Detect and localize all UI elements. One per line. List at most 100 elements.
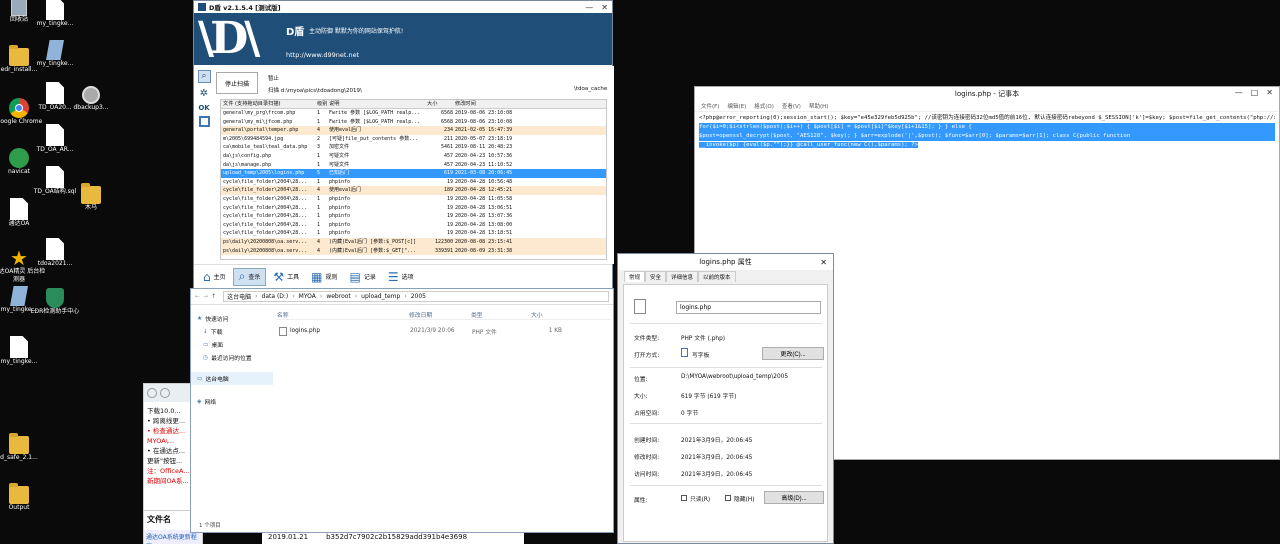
desktop-icon[interactable]: 木马 xyxy=(62,183,120,212)
menu-item[interactable]: 编辑(E) xyxy=(727,102,746,110)
change-button[interactable]: 更改(C)... xyxy=(762,347,824,360)
menu-item[interactable]: 文件(F) xyxy=(701,102,719,110)
forward-icon[interactable]: → xyxy=(203,293,208,300)
table-cell: 2019-08-11 20:48:23 xyxy=(455,144,513,151)
desktop-icon[interactable]: Output xyxy=(0,483,48,512)
window-icon[interactable] xyxy=(198,116,210,127)
desktop-icon[interactable]: my_tingke... xyxy=(0,336,48,366)
toolbar-tab[interactable]: ▦ 规则 xyxy=(306,268,342,286)
table-row[interactable]: cycle\file_folder\2004\28... 1 phpinfo 19 20… xyxy=(221,195,606,204)
table-row[interactable]: m\2005\699484594.jpg 2 [可疑]file_put_conten… xyxy=(221,135,606,144)
file-row-logins[interactable]: logins.php 2021/3/9 20:06 PHP 文件 1 KB xyxy=(277,324,611,338)
desktop-icon[interactable]: my_tingke... xyxy=(26,0,84,28)
table-row[interactable]: cycle\file_folder\2004\28... 1 phpinfo 19 20… xyxy=(221,221,606,230)
properties-tab[interactable]: 常规 xyxy=(624,271,646,282)
table-cell: 1 xyxy=(317,110,321,116)
properties-tab[interactable]: 以前的版本 xyxy=(698,271,736,282)
ok-button[interactable]: OK xyxy=(198,104,209,112)
table-row[interactable]: general\portal\temper.php 4 使用eval后门 234 202… xyxy=(221,126,606,135)
table-row[interactable]: da\js\config.php 1 可疑文件 457 2020-04-23 10:57… xyxy=(221,152,606,161)
table-cell: 2020-04-28 10:56:48 xyxy=(455,178,513,185)
table-cell: Fwrite 参数 [$LOG_PATH realp... xyxy=(329,118,421,125)
table-row[interactable]: cycle\file_folder\2004\28... 1 phpinfo 19 20… xyxy=(221,204,606,213)
toolbar-tab[interactable]: ⌕ 查杀 xyxy=(232,267,267,286)
menu-item[interactable]: 查看(V) xyxy=(782,102,801,110)
table-row[interactable]: general\my_prg\frcom.php 1 Fwrite 参数 [$LOG… xyxy=(221,109,606,118)
properties-tab[interactable]: 详细信息 xyxy=(666,271,699,282)
column-header[interactable]: 大小 xyxy=(425,100,453,108)
desktop-icon[interactable]: TD_OA_AR... xyxy=(26,124,84,154)
breadcrumb-item[interactable]: upload_temp xyxy=(361,293,400,300)
table-row[interactable]: cycle\file_folder\2004\28... 1 phpinfo 19 20… xyxy=(221,229,606,238)
advanced-button[interactable]: 高级(D)... xyxy=(764,491,824,504)
close-icon[interactable]: ✕ xyxy=(820,258,827,267)
up-icon[interactable]: ↑ xyxy=(211,293,216,300)
breadcrumb-item[interactable]: webroot xyxy=(326,293,350,300)
dshield-url[interactable]: http://www.d99net.net xyxy=(286,51,359,59)
nav-item[interactable]: ↓ 下载 xyxy=(191,325,273,338)
file-column-header[interactable]: 类型 xyxy=(471,310,531,319)
column-header[interactable]: 级别 xyxy=(315,100,327,108)
modified-label: 修改时间: xyxy=(634,455,660,461)
desktop-icon[interactable]: 通达OA xyxy=(0,198,48,228)
file-size: 1 KB xyxy=(548,328,562,334)
desktop-icon[interactable]: EDR检测助手中心 xyxy=(26,288,84,316)
dshield-banner: \D\ D盾 主动防御 默默为你的网站保驾护航! http://www.d99n… xyxy=(194,13,612,65)
search-icon[interactable]: ⌕ xyxy=(197,70,211,83)
properties-tabs: 常规 安全 详细信息 以前的版本 xyxy=(618,270,833,282)
nav-this-pc[interactable]: ▭ 这台电脑 xyxy=(191,372,273,385)
table-row[interactable]: general\my_mi\jfcom.php 1 Fwrite 参数 [$LOG_… xyxy=(221,118,606,127)
back-icon[interactable] xyxy=(147,388,157,398)
file-column-header[interactable]: 修改日期 xyxy=(409,310,471,319)
file-icon xyxy=(46,124,64,146)
maximize-icon[interactable]: □ xyxy=(1251,88,1259,97)
toolbar-tab[interactable]: ▤ 记录 xyxy=(345,268,381,286)
close-icon[interactable]: ✕ xyxy=(1266,88,1273,97)
desktop-icon[interactable]: tdoa2021... xyxy=(26,238,84,268)
breadcrumb-item[interactable]: MYOA xyxy=(299,293,316,300)
column-header[interactable]: 说明 xyxy=(327,100,425,108)
menu-item[interactable]: 帮助(H) xyxy=(809,102,828,110)
hidden-checkbox[interactable] xyxy=(725,495,731,501)
breadcrumb[interactable]: 这台电脑 › data (D:) › MYOA › webroot › upload_temp ›… xyxy=(223,291,609,302)
file-column-header[interactable]: 大小 xyxy=(531,310,561,319)
table-row[interactable]: da\js\manage.php 1 可疑文件 457 2020-04-23 11:10… xyxy=(221,161,606,170)
table-cell: 1 xyxy=(317,230,321,237)
nav-quick-access[interactable]: ★ 快速访问 xyxy=(191,312,273,325)
toolbar-tab[interactable]: ☰ 选项 xyxy=(383,268,419,286)
table-row[interactable]: cycle\file_folder\2004\28... 1 phpinfo 19 20… xyxy=(221,212,606,221)
close-icon[interactable]: ✕ xyxy=(601,3,608,12)
nav-network[interactable]: ◈ 网络 xyxy=(191,395,273,408)
file-column-header[interactable]: 名称 xyxy=(277,310,409,319)
table-row[interactable]: cycle\file_folder\2004\28... 4 使用eval后门 189… xyxy=(221,186,606,195)
toolbar-tab[interactable]: ⌂ 主页 xyxy=(198,268,231,286)
readonly-checkbox[interactable] xyxy=(681,495,687,501)
filename-field[interactable] xyxy=(676,301,821,314)
properties-tab[interactable]: 安全 xyxy=(645,271,667,282)
desktop-icon[interactable]: d_safe_2.1... xyxy=(0,433,48,462)
stop-scan-button[interactable]: 停止扫描 xyxy=(216,72,258,94)
table-row[interactable]: ca\mobile_teal\teal_data.php 3 加密文件 5461 201… xyxy=(221,143,606,152)
back-icon[interactable]: ← xyxy=(195,293,200,300)
gear-icon[interactable]: ✲ xyxy=(198,87,211,100)
table-row[interactable]: ps\daily\20200808\oa.serv... 4 (内藏)Eval后门 … xyxy=(221,237,606,247)
minimize-icon[interactable]: — xyxy=(585,3,593,12)
desktop-icon[interactable]: dbackup3... xyxy=(62,86,120,112)
menu-item[interactable]: 格式(O) xyxy=(754,102,774,110)
table-row[interactable]: ps\daily\20200808\oa.serv... 4 (内藏)Eval后门 … xyxy=(221,246,606,256)
toolbar-tab[interactable]: ⚒ 工具 xyxy=(268,268,304,286)
desktop-icon[interactable]: my_tingke... xyxy=(26,40,84,68)
minimize-icon[interactable]: — xyxy=(1235,88,1243,97)
table-cell: 1 xyxy=(317,195,321,202)
forward-icon[interactable] xyxy=(160,388,170,398)
table-row[interactable]: upload_temp\2005\logins.php 5 已知后门 619 2021-… xyxy=(221,169,606,178)
breadcrumb-item[interactable]: data (D:) xyxy=(262,293,289,300)
breadcrumb-item[interactable]: 2005 xyxy=(411,293,426,300)
table-row[interactable]: cycle\file_folder\2004\28... 1 phpinfo 19 20… xyxy=(221,178,606,187)
nav-item[interactable]: ◷ 最近访问的位置 xyxy=(191,351,273,364)
column-header[interactable]: 文件 (支持拖动目录扫描) xyxy=(221,100,315,108)
column-header[interactable]: 修改时间 xyxy=(453,100,523,108)
breadcrumb-item[interactable]: 这台电脑 xyxy=(227,292,251,301)
table-cell: 加密文件 xyxy=(329,144,350,151)
nav-item[interactable]: ▭ 桌面 xyxy=(191,338,273,351)
